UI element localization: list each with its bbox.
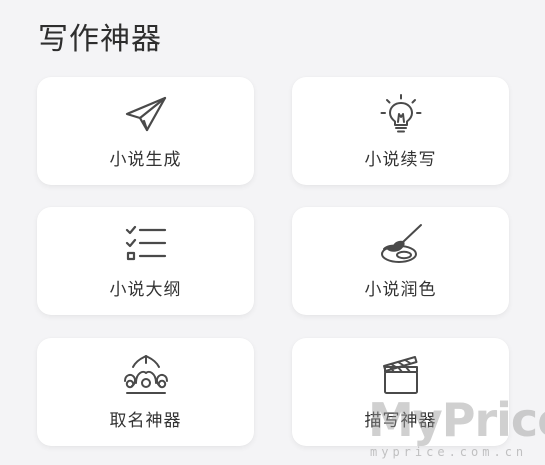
- crown-icon: [37, 353, 254, 397]
- page-title: 写作神器: [38, 22, 162, 57]
- tool-card-novel-generate[interactable]: 小说生成: [37, 77, 254, 185]
- tool-card-novel-continue[interactable]: 小说续写: [292, 77, 509, 185]
- paintbrush-palette-icon: [292, 222, 509, 266]
- lightbulb-icon: [292, 92, 509, 136]
- tool-label: 小说续写: [364, 150, 437, 170]
- tool-label: 小说润色: [364, 280, 437, 300]
- tool-label: 取名神器: [109, 411, 182, 431]
- tool-label: 小说大纲: [109, 280, 182, 300]
- tool-label: 小说生成: [109, 150, 182, 170]
- clapperboard-icon: [292, 353, 509, 397]
- paper-plane-icon: [37, 92, 254, 136]
- tool-card-novel-polish[interactable]: 小说润色: [292, 207, 509, 315]
- tool-card-novel-outline[interactable]: 小说大纲: [37, 207, 254, 315]
- watermark-url: myprice.com.cn: [370, 445, 528, 459]
- tool-label: 描写神器: [364, 411, 437, 431]
- tool-card-description-generator[interactable]: 描写神器: [292, 338, 509, 446]
- tool-card-name-generator[interactable]: 取名神器: [37, 338, 254, 446]
- checklist-icon: [37, 222, 254, 266]
